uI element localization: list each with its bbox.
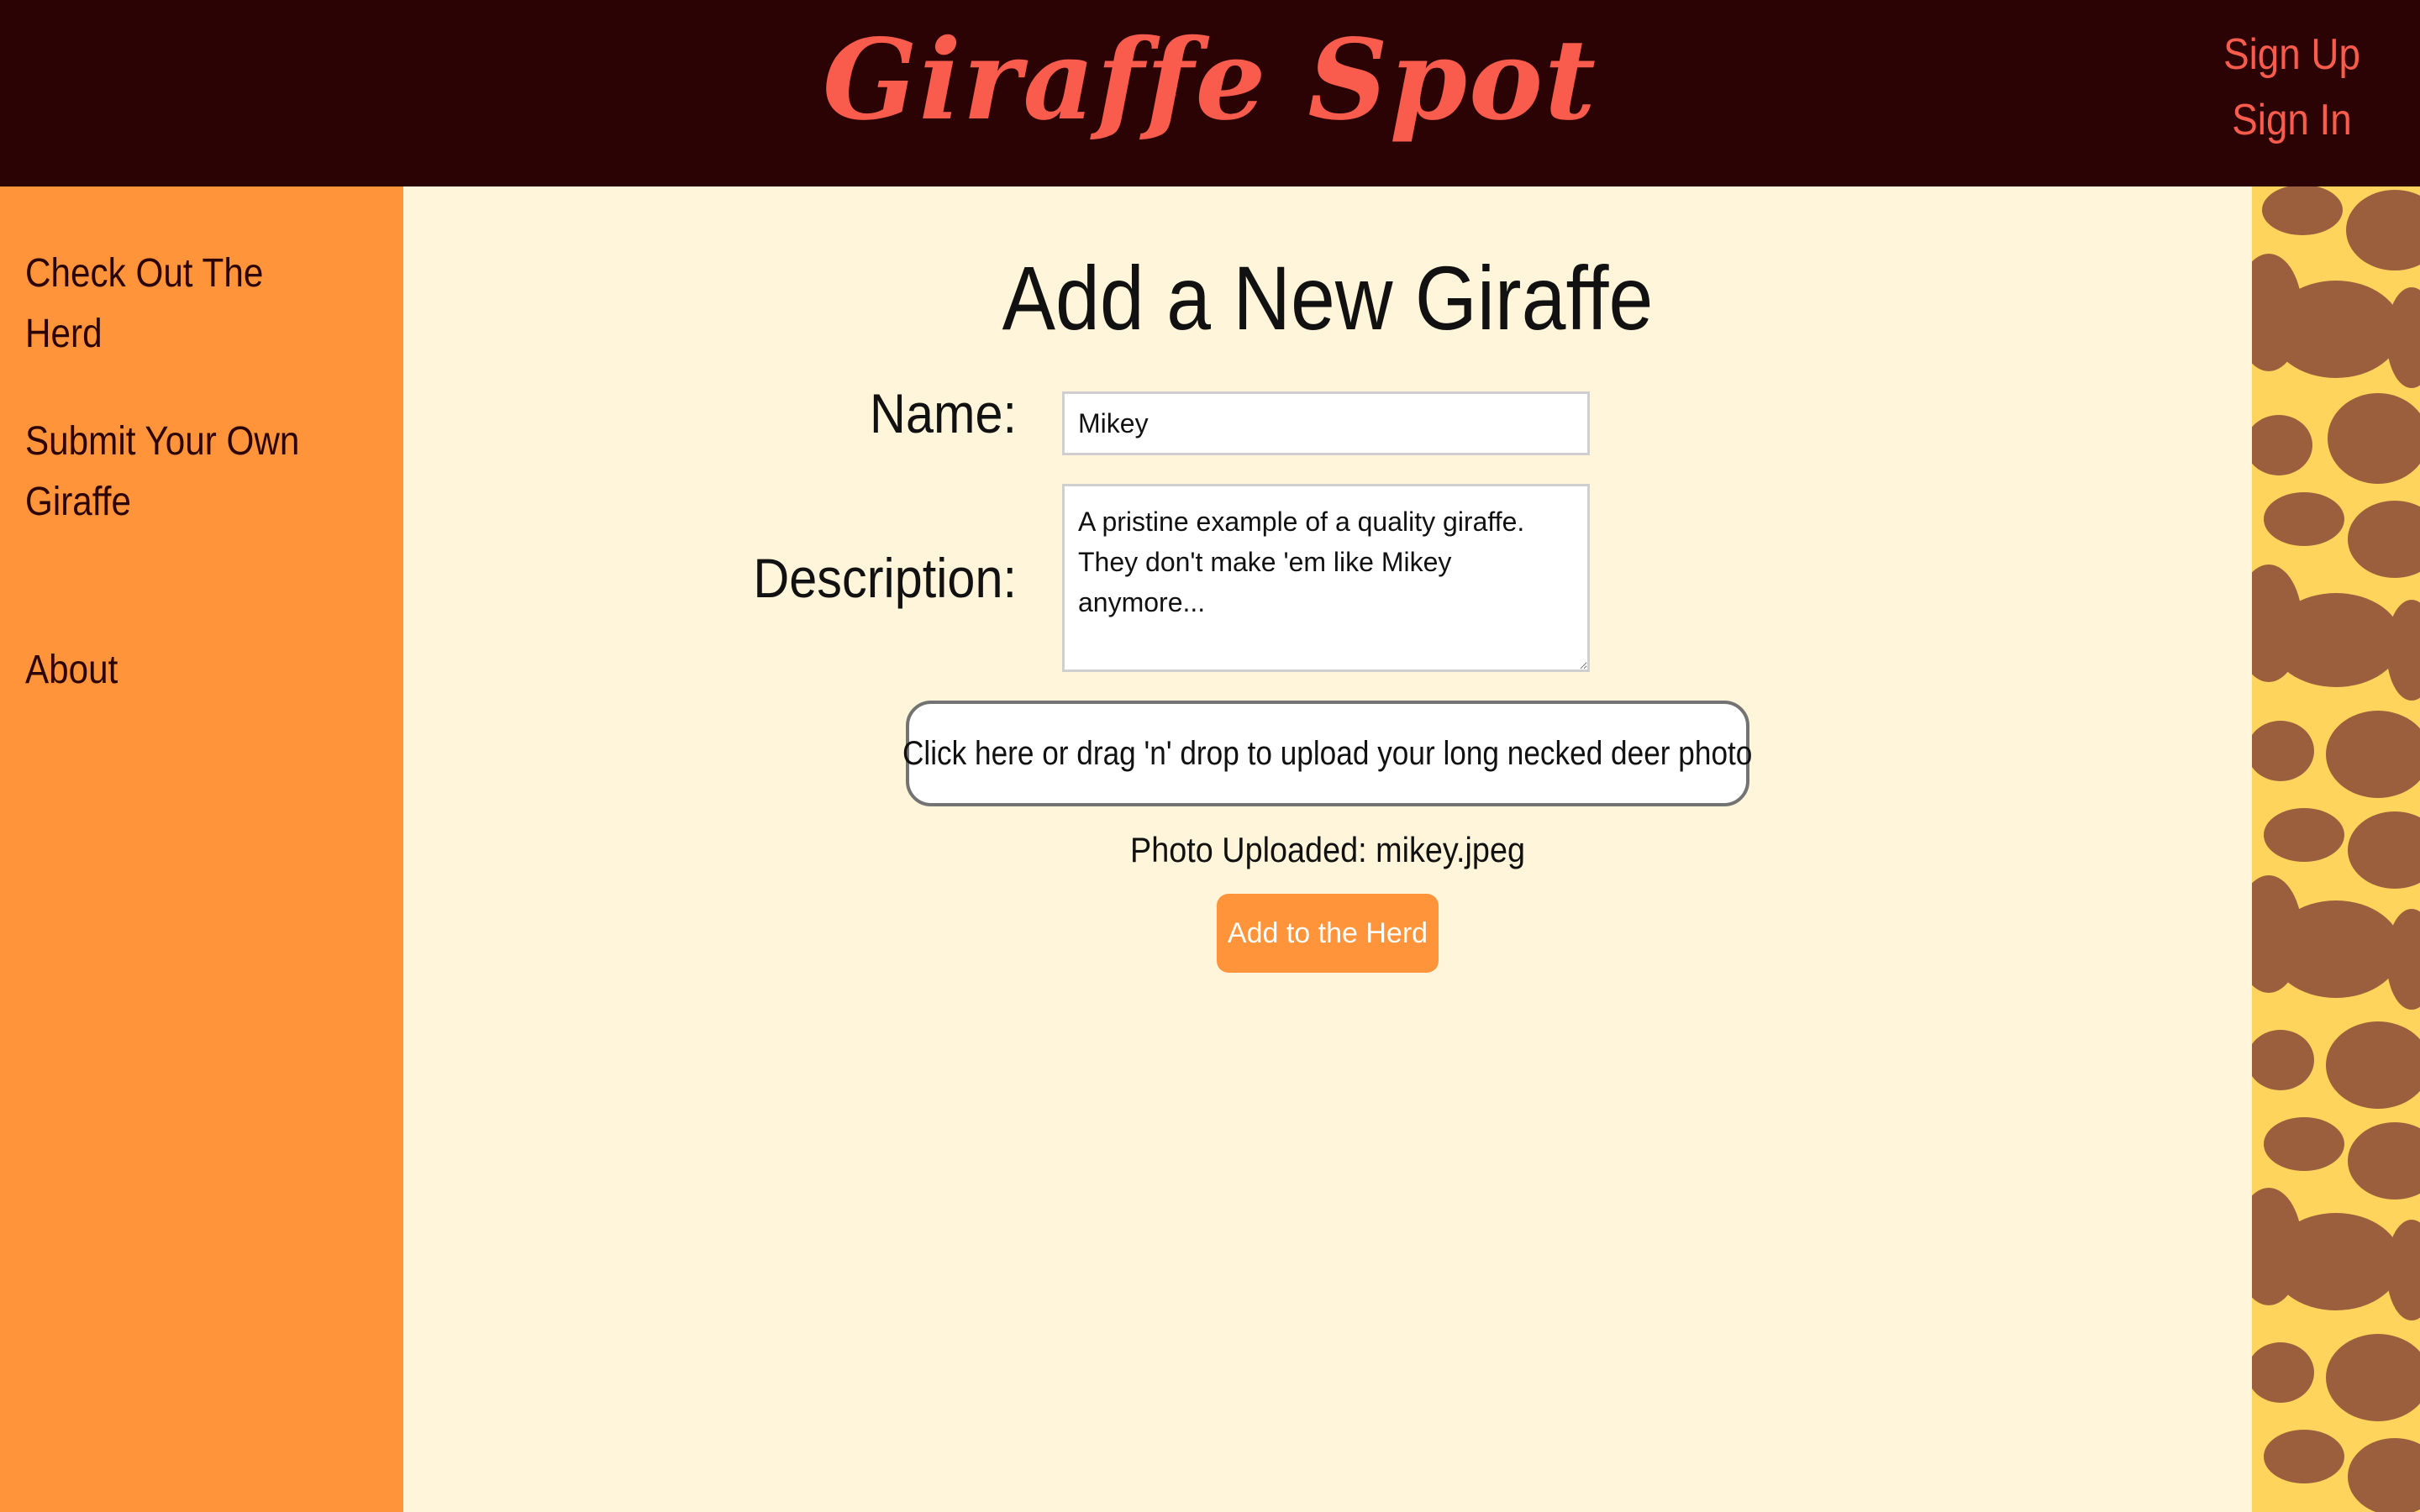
sidebar-item-herd[interactable]: Check Out The Herd [25, 244, 336, 365]
name-input[interactable] [1062, 391, 1590, 455]
description-textarea[interactable]: A pristine example of a quality giraffe.… [1062, 484, 1590, 672]
giraffe-pattern-decoration [2252, 186, 2420, 1512]
dropzone-label: Click here or drag 'n' drop to upload yo… [902, 734, 1753, 772]
giraffe-spots-graphic [2252, 186, 2420, 1512]
sign-in-link[interactable]: Sign In [2223, 87, 2360, 153]
site-logo[interactable]: Giraffe Spot [0, 15, 2420, 145]
add-to-herd-button[interactable]: Add to the Herd [1217, 894, 1439, 973]
sidebar: Check Out The Herd Submit Your Own Giraf… [0, 186, 403, 1512]
sidebar-item-submit[interactable]: Submit Your Own Giraffe [25, 412, 336, 533]
header: Giraffe Spot Sign Up Sign In [0, 0, 2420, 186]
sign-up-link[interactable]: Sign Up [2223, 22, 2360, 87]
upload-status: Photo Uploaded: mikey.jpeg [1130, 830, 1525, 869]
main-content: Add a New Giraffe Name: Description: A p… [403, 186, 2252, 1512]
page-title: Add a New Giraffe [1002, 247, 1654, 349]
photo-dropzone[interactable]: Click here or drag 'n' drop to upload yo… [902, 701, 1753, 806]
name-label: Name: [870, 382, 1017, 444]
description-label: Description: [753, 547, 1017, 609]
auth-links: Sign Up Sign In [2214, 22, 2370, 153]
sidebar-item-about[interactable]: About [25, 640, 336, 701]
